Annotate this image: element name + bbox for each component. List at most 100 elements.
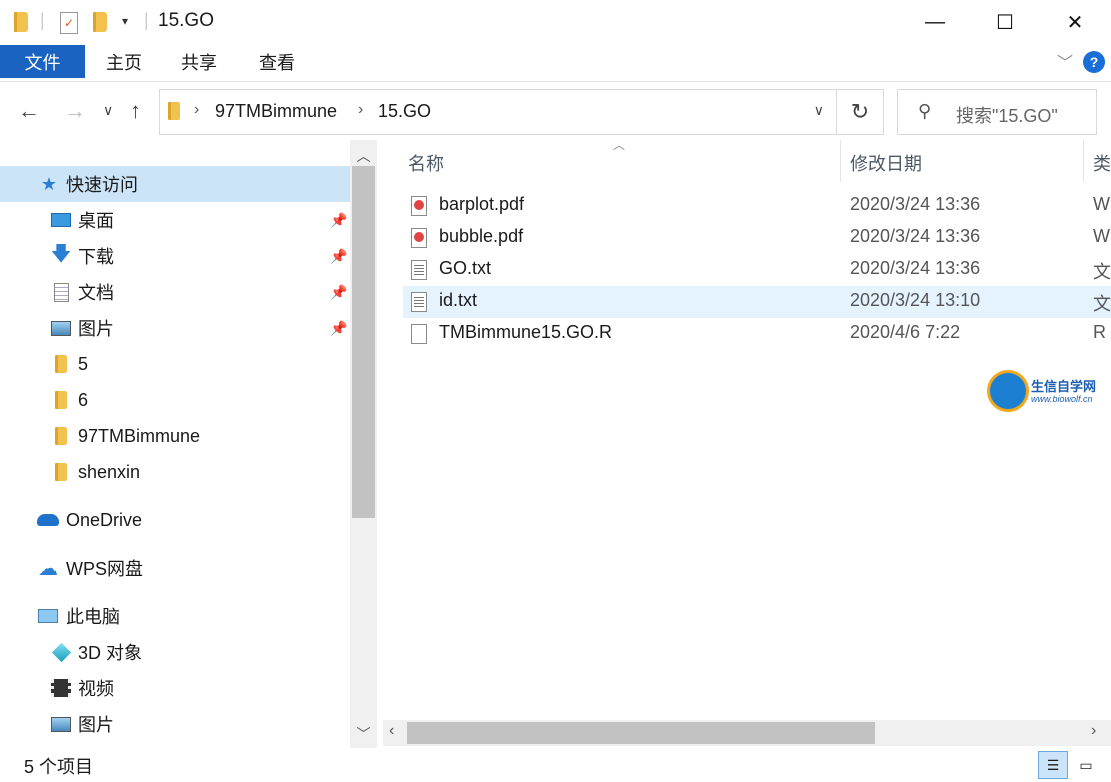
help-button[interactable]: ? bbox=[1083, 51, 1105, 73]
file-date: 2020/3/24 13:36 bbox=[850, 194, 981, 214]
scroll-up-icon[interactable]: ︿ bbox=[350, 146, 377, 166]
nav-item-quick-access[interactable]: ★ 快速访问 bbox=[0, 166, 350, 202]
computer-icon bbox=[37, 606, 59, 626]
nav-item-label: WPS网盘 bbox=[66, 559, 144, 579]
pdf-file-icon bbox=[411, 196, 427, 216]
scroll-down-icon[interactable]: ﹀ bbox=[350, 724, 377, 744]
customize-toolbar-icon[interactable]: ▾ bbox=[122, 14, 128, 28]
wolf-logo-icon bbox=[987, 370, 1029, 412]
watermark-logo: 生信自学网 www.biowolf.cn bbox=[987, 370, 1107, 416]
video-icon bbox=[50, 678, 72, 698]
table-row[interactable]: bubble.pdf 2020/3/24 13:36 W bbox=[403, 222, 1111, 254]
search-placeholder: 搜索"15.GO" bbox=[956, 106, 1058, 126]
file-type: 文 bbox=[1093, 294, 1111, 314]
table-row[interactable]: id.txt 2020/3/24 13:10 文 bbox=[403, 286, 1111, 318]
desktop-icon bbox=[50, 210, 72, 230]
watermark-url: www.biowolf.cn bbox=[1031, 394, 1093, 404]
new-folder-icon[interactable] bbox=[93, 12, 107, 32]
nav-item-folder-5[interactable]: 5 bbox=[0, 346, 350, 382]
table-row[interactable]: GO.txt 2020/3/24 13:36 文 bbox=[403, 254, 1111, 286]
expand-ribbon-icon[interactable]: ﹀ bbox=[1057, 49, 1073, 73]
file-name: GO.txt bbox=[439, 258, 492, 278]
watermark-title: 生信自学网 bbox=[1031, 379, 1097, 394]
file-name: bubble.pdf bbox=[439, 226, 524, 246]
large-icons-view-icon[interactable]: ▭ bbox=[1074, 753, 1098, 777]
file-date: 2020/3/24 13:36 bbox=[850, 226, 981, 246]
nav-item-folder-6[interactable]: 6 bbox=[0, 382, 350, 418]
minimize-button[interactable]: — bbox=[900, 0, 970, 45]
table-row[interactable]: barplot.pdf 2020/3/24 13:36 W bbox=[403, 190, 1111, 222]
column-header-name[interactable]: 名称 bbox=[408, 150, 444, 176]
star-icon: ★ bbox=[40, 173, 58, 194]
file-name: TMBimmune15.GO.R bbox=[439, 322, 613, 342]
scrollbar-thumb[interactable] bbox=[407, 722, 875, 744]
pin-icon[interactable]: 📌 bbox=[330, 248, 347, 265]
column-header-type[interactable]: 类 bbox=[1093, 150, 1111, 176]
navigation-bar: ← → ∨ ↑ › 97TMBimmune › 15.GO ∨ ↻ ⚲ 搜索"1… bbox=[0, 82, 1111, 140]
pin-icon[interactable]: 📌 bbox=[330, 320, 347, 337]
nav-item-label: 6 bbox=[78, 389, 89, 410]
forward-arrow-icon[interactable]: → bbox=[64, 98, 86, 124]
nav-item-label: 文档 bbox=[78, 283, 114, 303]
column-divider[interactable] bbox=[1083, 140, 1084, 182]
nav-item-desktop[interactable]: 桌面 📌 bbox=[0, 202, 350, 238]
tab-file[interactable]: 文件 bbox=[0, 45, 85, 78]
nav-item-label: 图片 bbox=[78, 715, 114, 735]
breadcrumb-15GO[interactable]: 15.GO bbox=[378, 101, 431, 122]
nav-item-folder-97TMBimmune[interactable]: 97TMBimmune bbox=[0, 418, 350, 454]
pin-icon[interactable]: 📌 bbox=[330, 284, 347, 301]
column-header-modified[interactable]: 修改日期 bbox=[850, 150, 922, 176]
nav-item-videos[interactable]: 视频 bbox=[0, 670, 350, 706]
address-dropdown-icon[interactable]: ∨ bbox=[814, 102, 824, 119]
nav-item-label: 此电脑 bbox=[66, 607, 120, 627]
breadcrumb-97TMBimmune[interactable]: 97TMBimmune bbox=[215, 101, 337, 122]
scroll-right-icon[interactable]: › bbox=[1091, 722, 1096, 740]
file-type: R bbox=[1093, 322, 1106, 342]
pictures-icon bbox=[50, 318, 72, 338]
item-count: 5 个项目 bbox=[24, 757, 94, 777]
search-input[interactable]: ⚲ 搜索"15.GO" bbox=[897, 89, 1097, 135]
breadcrumb-chevron-icon[interactable]: › bbox=[194, 101, 199, 119]
scroll-left-icon[interactable]: ‹ bbox=[389, 722, 394, 740]
file-list: ︿ 名称 修改日期 类 barplot.pdf 2020/3/24 13:36 … bbox=[383, 138, 1111, 748]
table-row[interactable]: TMBimmune15.GO.R 2020/4/6 7:22 R bbox=[403, 318, 1111, 350]
nav-item-label: 快速访问 bbox=[66, 175, 138, 195]
file-name: id.txt bbox=[439, 290, 478, 310]
file-list-scrollbar[interactable]: ‹ › bbox=[383, 720, 1111, 746]
nav-item-3d-objects[interactable]: 3D 对象 bbox=[0, 634, 350, 670]
folder-icon bbox=[50, 390, 72, 410]
address-bar[interactable]: › 97TMBimmune › 15.GO ∨ bbox=[159, 89, 837, 135]
nav-item-folder-shenxin[interactable]: shenxin bbox=[0, 454, 350, 490]
column-divider[interactable] bbox=[840, 140, 841, 182]
folder-icon bbox=[50, 462, 72, 482]
refresh-button[interactable]: ↻ bbox=[837, 89, 884, 135]
maximize-button[interactable]: ☐ bbox=[970, 0, 1040, 45]
close-button[interactable]: ✕ bbox=[1040, 0, 1110, 45]
nav-item-this-pc[interactable]: 此电脑 bbox=[0, 598, 350, 634]
nav-item-label: 下载 bbox=[78, 247, 114, 267]
3d-objects-icon bbox=[50, 642, 72, 662]
scrollbar-thumb[interactable] bbox=[352, 166, 375, 518]
file-type: W bbox=[1093, 226, 1110, 246]
nav-item-onedrive[interactable]: OneDrive bbox=[0, 502, 350, 538]
nav-item-downloads[interactable]: 🡇 下载 📌 bbox=[0, 238, 350, 274]
nav-item-documents[interactable]: 文档 📌 bbox=[0, 274, 350, 310]
nav-item-pictures[interactable]: 图片 📌 bbox=[0, 310, 350, 346]
properties-icon[interactable]: ✓ bbox=[60, 12, 78, 34]
pin-icon[interactable]: 📌 bbox=[330, 212, 347, 229]
back-arrow-icon[interactable]: ← bbox=[18, 98, 40, 124]
title-bar: | ✓ ▾ | 15.GO — ☐ ✕ bbox=[0, 0, 1111, 45]
tab-view[interactable]: 查看 bbox=[248, 45, 306, 78]
up-arrow-icon[interactable]: ↑ bbox=[130, 98, 141, 124]
nav-item-wps-cloud[interactable]: ☁ WPS网盘 bbox=[0, 550, 350, 586]
nav-pane-scrollbar[interactable]: ︿ ﹀ bbox=[350, 140, 377, 748]
tab-home[interactable]: 主页 bbox=[95, 45, 153, 78]
recent-locations-chevron-icon[interactable]: ∨ bbox=[103, 102, 113, 119]
nav-item-pictures-pc[interactable]: 图片 bbox=[0, 706, 350, 742]
pictures-icon bbox=[50, 714, 72, 734]
details-view-icon[interactable]: ☰ bbox=[1038, 751, 1068, 779]
tab-share[interactable]: 共享 bbox=[170, 45, 228, 78]
file-date: 2020/3/24 13:10 bbox=[850, 290, 981, 310]
file-date: 2020/4/6 7:22 bbox=[850, 322, 961, 342]
breadcrumb-chevron-icon[interactable]: › bbox=[358, 101, 363, 119]
